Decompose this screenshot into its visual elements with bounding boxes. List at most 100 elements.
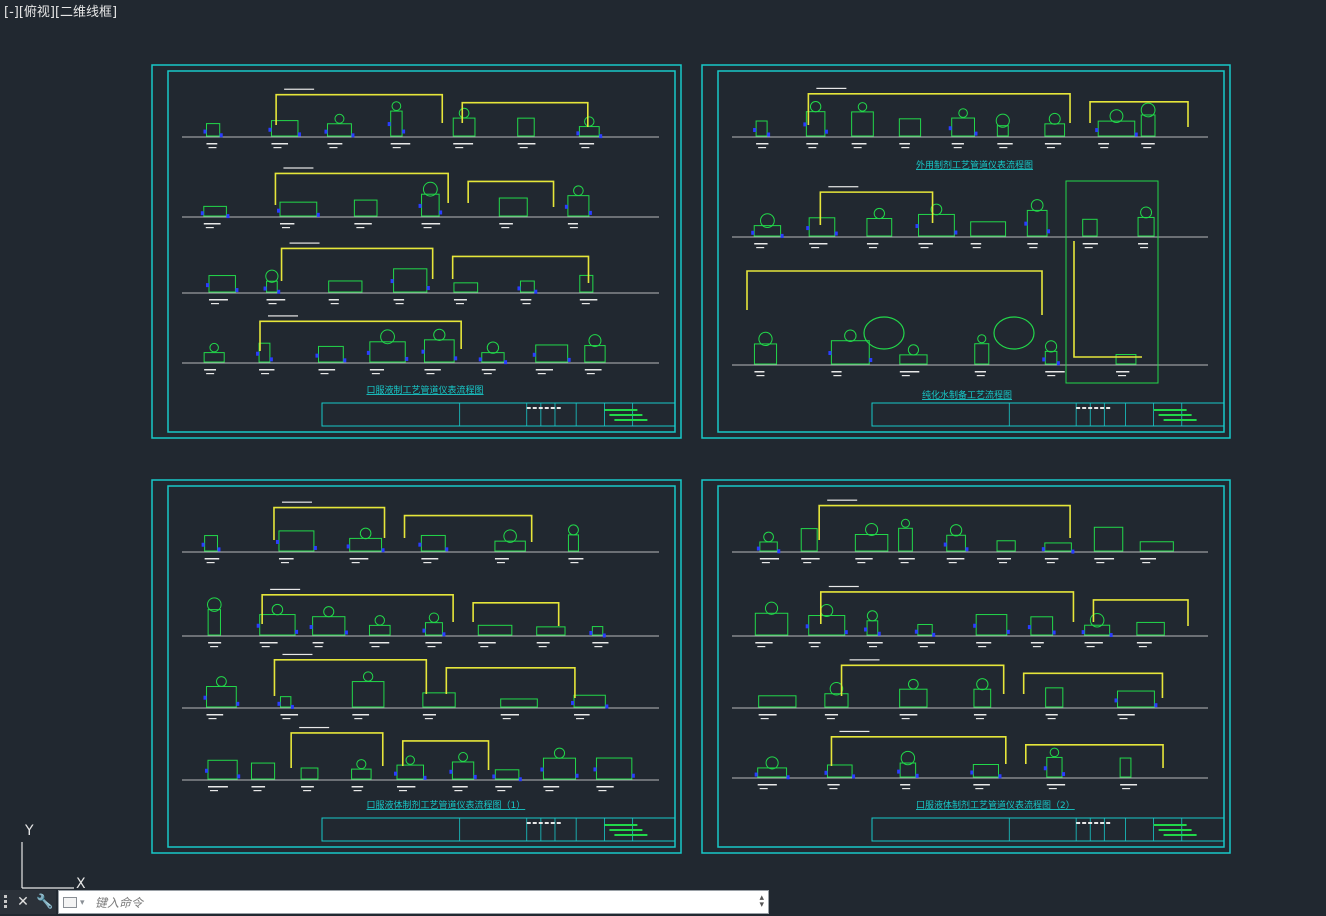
equipment-tag-text [425,642,442,644]
equipment-symbol [898,118,922,137]
equipment-symbol [477,624,513,636]
equipment-tag-text [282,718,291,720]
valve-symbol [1027,625,1031,630]
equipment-tag-text [810,646,819,648]
equipment-tag-text [806,143,819,145]
customize-wrench-icon[interactable]: 🔧 [34,890,56,914]
valve-symbol [517,286,521,291]
equipment-tag-text [329,147,338,149]
equipment-tag-text [596,786,614,788]
equipment-tag-text [758,714,777,716]
valve-symbol [201,542,205,547]
equipment-tag-text [351,786,364,788]
equipment-tag-text [280,714,299,716]
pipe-tag-text [849,659,880,661]
equipment-symbol [326,123,352,137]
equipment-tag-text [421,223,441,225]
drawing-viewport[interactable]: 口服液制工艺管道仪表流程图 外用制剂工艺管道仪表流程图 纯化水制备工艺流程图 口服液体… [0,0,1326,916]
equipment-symbol [996,540,1016,552]
equipment-symbol [279,696,292,708]
viewport-controls-label[interactable]: [-][俯视][二维线框] [4,5,117,20]
equipment-symbol [1117,690,1155,708]
equipment-tag-text [481,369,496,371]
command-line-grip-handle[interactable] [0,890,12,914]
equipment-tag-text [1141,143,1155,145]
equipment-tag-text [755,642,773,644]
equipment-tag-text [280,223,295,225]
equipment-tag-text [424,718,433,720]
valve-symbol [1095,128,1099,133]
equipment-tag-text [205,227,214,229]
equipment-symbol [1046,756,1063,778]
equipment-tag-text [868,247,877,249]
recent-commands-dropdown-icon[interactable]: ▾ [80,898,85,908]
valve-symbol [751,230,755,235]
equipment-symbol [453,282,479,293]
valve-symbol [973,623,977,628]
vessel-symbol [900,518,910,528]
valve-symbol [454,356,458,361]
equipment-symbol [1044,123,1066,137]
valve-symbol [277,701,281,706]
equipment-symbol [535,344,569,363]
vessel-symbol [1048,112,1061,125]
valve-symbol [297,132,301,137]
pipe-line [830,736,1007,766]
equipment-symbol [369,341,406,363]
valve-symbol [204,768,208,773]
equipment-symbol [328,280,363,293]
equipment-symbol [208,275,236,293]
valve-symbol [753,127,757,132]
valve-symbol [277,289,281,294]
valve-symbol [599,134,603,139]
valve-symbol [269,357,273,362]
equipment-tag-text [502,718,511,720]
equipment-tag-text [809,243,828,245]
command-input[interactable] [93,891,757,915]
equipment-tag-text [829,788,838,790]
equipment-symbol [584,345,606,363]
pipe-line [472,602,560,626]
equipment-symbol [266,280,278,293]
equipment-symbol [830,340,870,365]
title-block-text [1100,822,1105,824]
valve-symbol [824,129,828,134]
valve-symbol [805,624,809,629]
title-block-text [1094,407,1099,409]
valve-symbol [421,349,425,354]
command-line[interactable]: ✕ 🔧 ▾ ▴▾ [0,890,770,915]
valve-symbol [387,122,391,127]
equipment-symbol [567,534,579,552]
equipment-tag-text [1045,714,1058,716]
vessel-symbol [1109,109,1124,124]
valve-symbol [315,353,319,358]
equipment-symbol [203,352,225,363]
equipment-symbol [1139,541,1174,552]
equipment-symbol [800,528,818,552]
drawing-canvas[interactable]: 口服液制工艺管道仪表流程图 外用制剂工艺管道仪表流程图纯化水制备工艺流程图口服液体… [0,0,1326,916]
viewport-controls[interactable]: [-][俯视][二维线框] [4,5,117,21]
title-block-text [1082,822,1087,824]
equipment-tag-text [997,558,1012,560]
equipment-tag-text [371,373,380,375]
equipment-tag-text [320,373,329,375]
equipment-symbol [946,534,966,552]
equipment-symbol [494,769,520,780]
equipment-tag-text [259,642,278,644]
equipment-symbol [578,126,600,137]
equipment-symbol [203,205,227,217]
equipment-tag-text [354,223,372,225]
close-icon[interactable]: ✕ [12,890,34,914]
command-history-scroll-icon[interactable]: ▴ ▾ [759,894,764,910]
valve-symbol [564,204,568,209]
command-prompt-icon[interactable] [63,897,77,908]
equipment-tag-text [997,143,1013,145]
valve-symbol [492,774,496,779]
equipment-tag-text [206,143,218,145]
equipment-symbol [808,615,846,636]
command-input-container[interactable]: ▾ ▴▾ [58,890,769,915]
valve-symbol [1114,698,1118,703]
equipment-tag-text [369,369,385,371]
equipment-tag-text [393,299,405,301]
valve-symbol [256,351,260,356]
